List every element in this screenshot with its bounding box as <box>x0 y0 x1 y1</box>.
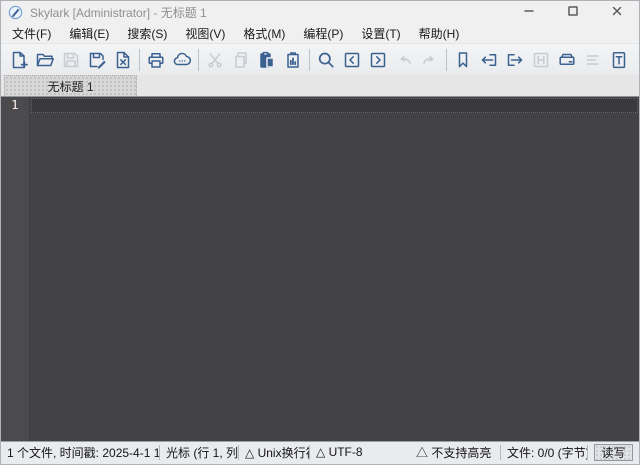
minimize-button[interactable] <box>507 1 551 23</box>
new-file-button[interactable] <box>6 47 32 73</box>
bookmark-button[interactable] <box>450 47 476 73</box>
find-next-icon <box>368 50 388 70</box>
toolbar-separator <box>139 49 140 71</box>
tab-untitled-1[interactable]: 无标题 1 <box>4 75 137 96</box>
menu-program[interactable]: 编程(P) <box>294 23 352 44</box>
window-bottom-border <box>1 462 639 464</box>
hex-view-button <box>528 47 554 73</box>
app-window: Skylark [Administrator] - 无标题 1 文件(F)编辑(… <box>0 0 640 465</box>
redo-icon <box>420 50 440 70</box>
hex-view-icon <box>531 50 551 70</box>
maximize-icon <box>568 3 578 21</box>
save-as-icon <box>87 50 107 70</box>
copy-icon <box>231 50 251 70</box>
line-number: 1 <box>1 98 29 112</box>
copy-button <box>228 47 254 73</box>
nav-forward-icon <box>505 50 525 70</box>
toolbar-group-3 <box>202 47 306 73</box>
undo-button <box>391 47 417 73</box>
drive-icon <box>557 50 577 70</box>
cloud-button[interactable] <box>169 47 195 73</box>
menu-help[interactable]: 帮助(H) <box>410 23 469 44</box>
paste-icon <box>257 50 277 70</box>
save-button <box>58 47 84 73</box>
new-file-icon <box>9 50 29 70</box>
minimize-icon <box>524 3 534 21</box>
status-mode[interactable]: 读写 <box>594 444 633 461</box>
toolbar-group-2 <box>143 47 195 73</box>
text-surface[interactable] <box>30 97 639 441</box>
nav-back-button[interactable] <box>476 47 502 73</box>
paste-button[interactable] <box>254 47 280 73</box>
menu-file[interactable]: 文件(F) <box>3 23 60 44</box>
menu-search[interactable]: 搜索(S) <box>118 23 176 44</box>
menu-settings[interactable]: 设置(T) <box>352 23 409 44</box>
toolbar-group-5 <box>450 47 632 73</box>
stats-clipboard-icon <box>283 50 303 70</box>
status-file-info: 1 个文件, 时间戳: 2025-4-1 14:09 <box>1 444 159 461</box>
status-separator <box>587 445 588 460</box>
close-file-button[interactable] <box>110 47 136 73</box>
nav-forward-button[interactable] <box>502 47 528 73</box>
close-file-icon <box>113 50 133 70</box>
current-line-highlight <box>31 98 638 113</box>
toolbar-group-1 <box>6 47 136 73</box>
text-format-icon <box>609 50 629 70</box>
menu-bar: 文件(F)编辑(E)搜索(S)视图(V)格式(M)编程(P)设置(T)帮助(H) <box>1 23 639 43</box>
save-icon <box>61 50 81 70</box>
toolbar-separator <box>309 49 310 71</box>
editor-area[interactable]: 1 <box>1 97 639 441</box>
undo-icon <box>394 50 414 70</box>
status-cursor: 光标 (行 1, 列 1) <box>160 444 238 461</box>
status-line-ending: △ Unix换行符 (\n) <box>239 444 309 461</box>
status-encoding: △ UTF-8 <box>310 445 410 459</box>
toolbar <box>1 43 639 75</box>
toolbar-separator <box>446 49 447 71</box>
search-button[interactable] <box>313 47 339 73</box>
print-button[interactable] <box>143 47 169 73</box>
cut-icon <box>205 50 225 70</box>
tab-label: 无标题 1 <box>47 78 93 95</box>
tab-bar: 无标题 1 <box>1 75 639 97</box>
print-icon <box>146 50 166 70</box>
status-highlight: △ 不支持高亮 <box>410 444 500 461</box>
menu-format[interactable]: 格式(M) <box>234 23 294 44</box>
save-as-button[interactable] <box>84 47 110 73</box>
cut-button <box>202 47 228 73</box>
search-icon <box>316 50 336 70</box>
toolbar-group-4 <box>313 47 443 73</box>
window-title: Skylark [Administrator] - 无标题 1 <box>30 4 207 21</box>
bookmark-icon <box>453 50 473 70</box>
find-next-button[interactable] <box>365 47 391 73</box>
line-number-gutter: 1 <box>1 97 30 441</box>
find-prev-icon <box>342 50 362 70</box>
open-folder-button[interactable] <box>32 47 58 73</box>
window-controls <box>507 1 639 23</box>
maximize-button[interactable] <box>551 1 595 23</box>
close-button[interactable] <box>595 1 639 23</box>
skylark-pen-icon <box>8 5 23 20</box>
text-format-button[interactable] <box>606 47 632 73</box>
open-folder-icon <box>35 50 55 70</box>
nav-back-icon <box>479 50 499 70</box>
cloud-icon <box>172 50 192 70</box>
sort-button <box>580 47 606 73</box>
redo-button <box>417 47 443 73</box>
drive-button[interactable] <box>554 47 580 73</box>
status-file-size: 文件: 0/0 (字节) <box>501 444 587 461</box>
menu-view[interactable]: 视图(V) <box>176 23 234 44</box>
close-icon <box>612 3 622 21</box>
toolbar-separator <box>198 49 199 71</box>
title-bar: Skylark [Administrator] - 无标题 1 <box>1 1 639 23</box>
find-prev-button[interactable] <box>339 47 365 73</box>
sort-icon <box>583 50 603 70</box>
stats-clipboard-button[interactable] <box>280 47 306 73</box>
menu-edit[interactable]: 编辑(E) <box>60 23 118 44</box>
status-bar: 1 个文件, 时间戳: 2025-4-1 14:09光标 (行 1, 列 1)△… <box>1 441 639 462</box>
